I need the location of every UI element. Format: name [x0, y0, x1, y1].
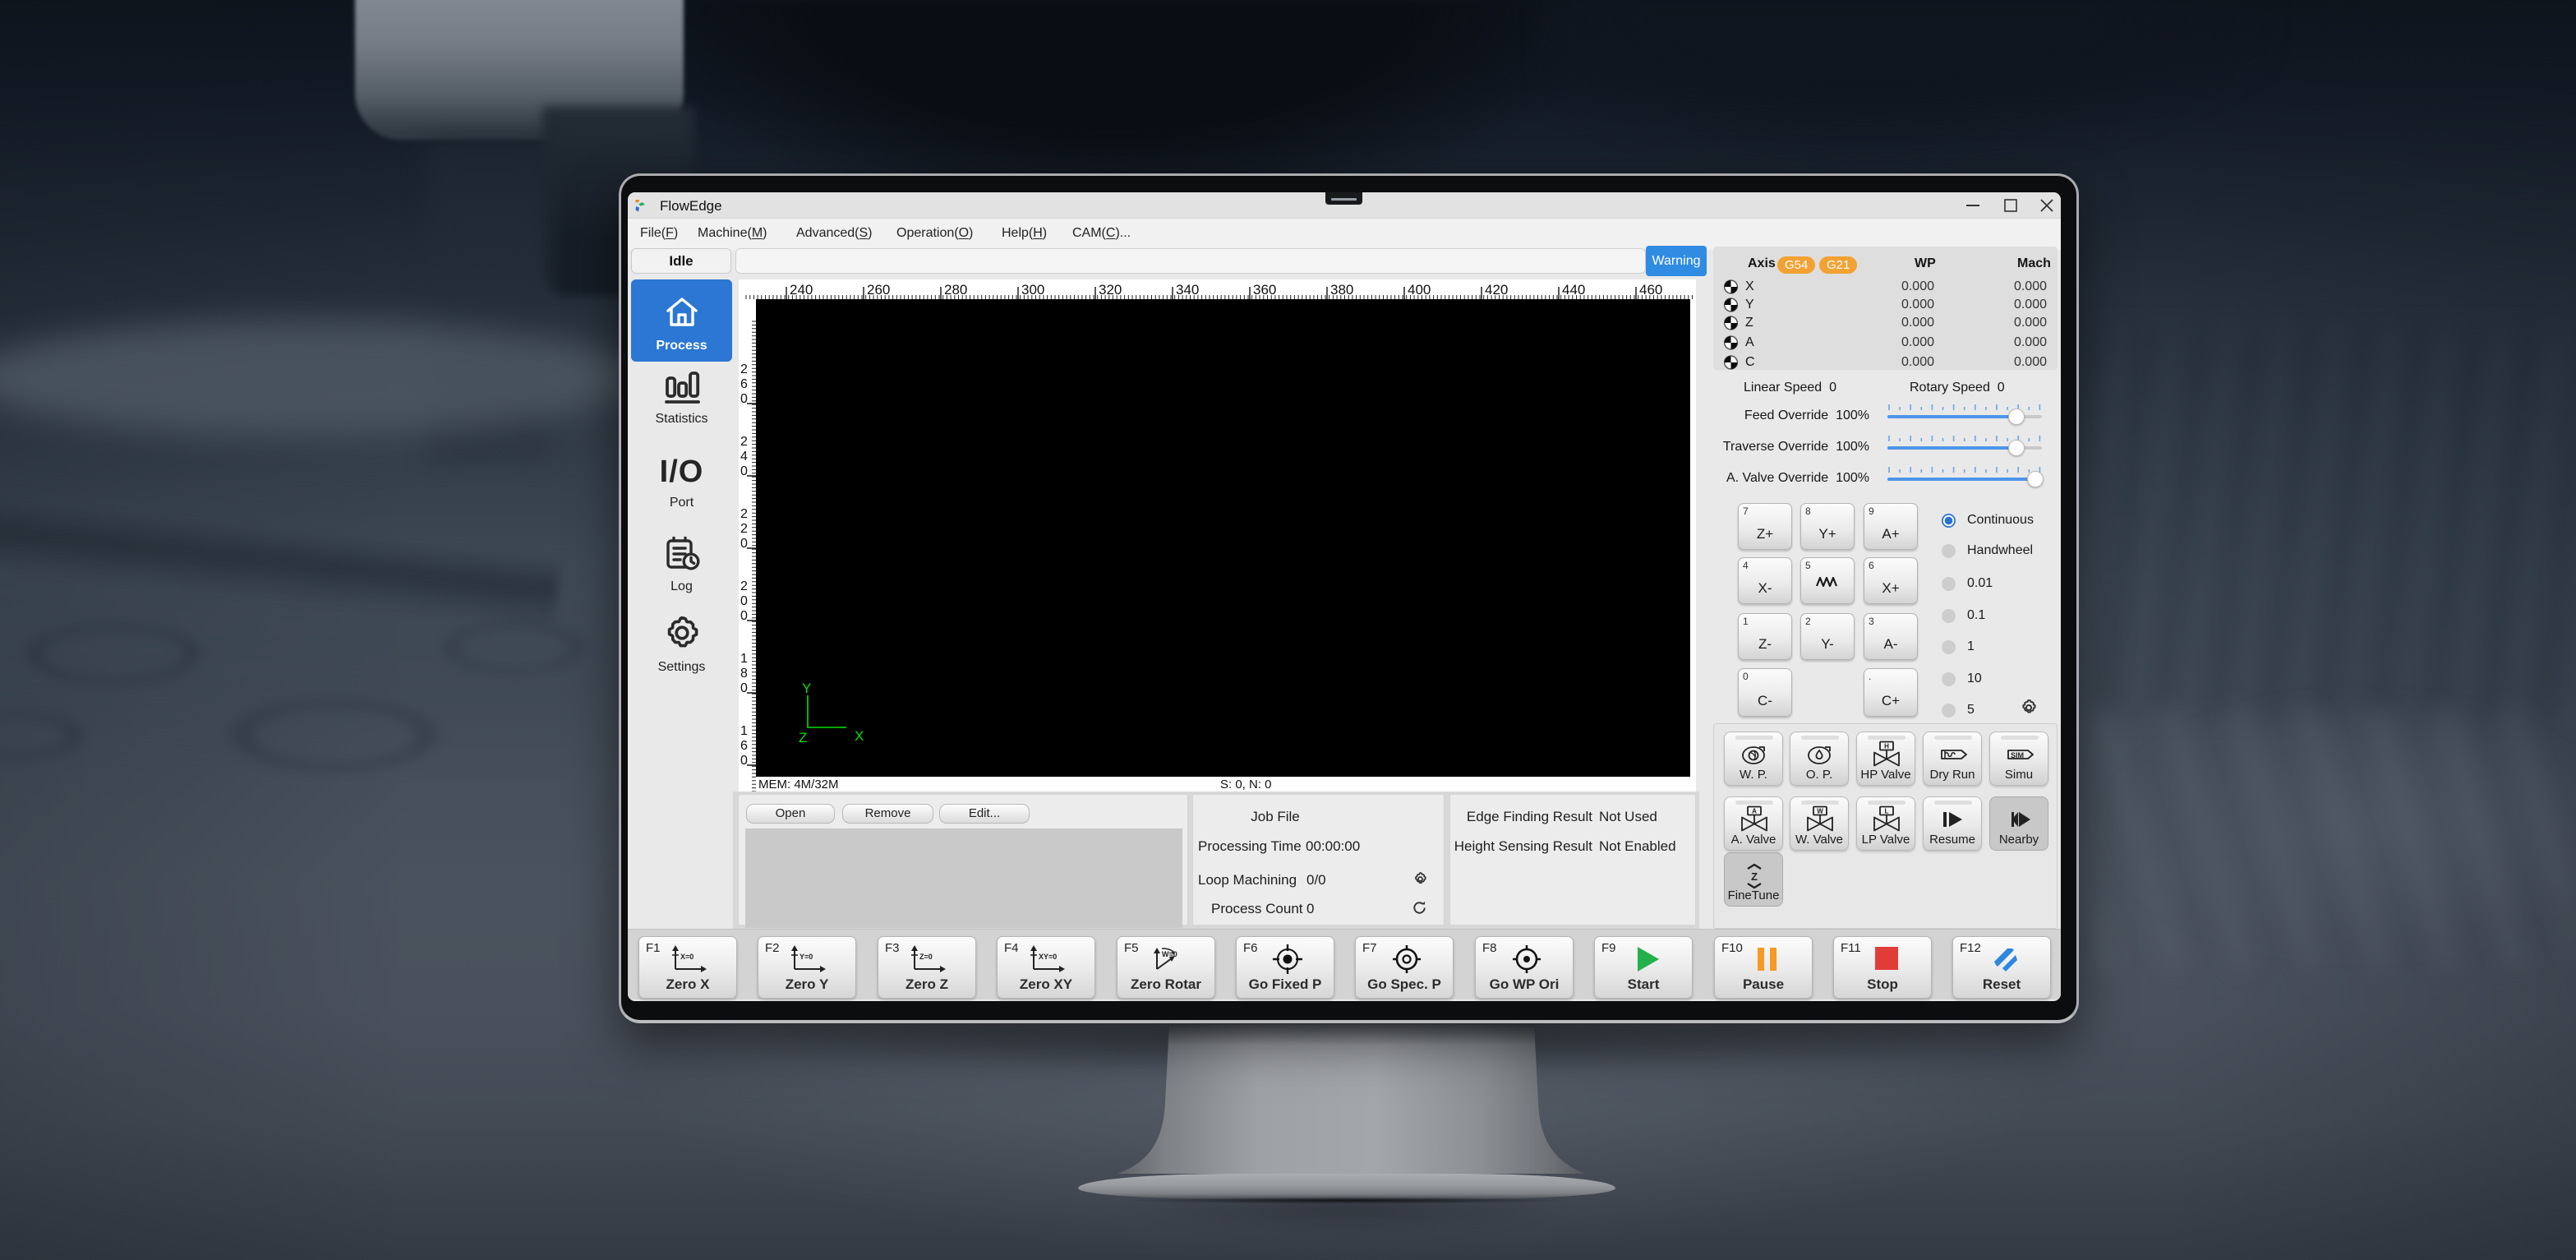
- svg-text:6: 6: [740, 377, 748, 391]
- svg-text:0: 0: [740, 537, 748, 551]
- svg-text:SIM: SIM: [2011, 751, 2024, 759]
- svg-text:420: 420: [1485, 282, 1508, 298]
- svg-text:A: A: [1752, 808, 1757, 815]
- svg-text:0: 0: [740, 594, 748, 608]
- svg-text:0: 0: [740, 754, 748, 768]
- svg-text:Y=0: Y=0: [800, 953, 813, 961]
- svg-text:440: 440: [1562, 282, 1585, 298]
- svg-text:0: 0: [740, 609, 748, 623]
- svg-text:2: 2: [740, 522, 748, 536]
- svg-text:2: 2: [740, 507, 748, 521]
- svg-text:0: 0: [740, 464, 748, 478]
- svg-text:L: L: [1885, 808, 1889, 815]
- svg-text:X: X: [855, 728, 864, 744]
- svg-text:0: 0: [740, 681, 748, 695]
- svg-text:2: 2: [740, 435, 748, 449]
- svg-text:1: 1: [740, 652, 748, 666]
- svg-text:240: 240: [790, 282, 813, 298]
- svg-text:2: 2: [740, 362, 748, 376]
- svg-text:380: 380: [1330, 282, 1353, 298]
- svg-text:400: 400: [1408, 282, 1431, 298]
- svg-text:6: 6: [740, 739, 748, 753]
- svg-text:260: 260: [867, 282, 890, 298]
- svg-text:Z: Z: [799, 730, 807, 745]
- svg-text:Z: Z: [1751, 870, 1758, 883]
- svg-text:XY=0: XY=0: [1039, 953, 1057, 961]
- svg-text:0: 0: [740, 392, 748, 406]
- svg-text:H: H: [1884, 743, 1889, 750]
- svg-text:8: 8: [740, 667, 748, 681]
- svg-text:280: 280: [944, 282, 967, 298]
- svg-text:1: 1: [740, 724, 748, 738]
- svg-text:W: W: [1817, 808, 1823, 815]
- svg-text:360: 360: [1253, 282, 1276, 298]
- svg-text:320: 320: [1099, 282, 1122, 298]
- svg-text:340: 340: [1176, 282, 1199, 298]
- svg-text:460: 460: [1639, 282, 1662, 298]
- svg-text:Y: Y: [802, 683, 811, 696]
- svg-text:2: 2: [740, 579, 748, 593]
- svg-text:4: 4: [740, 450, 748, 464]
- svg-text:X=0: X=0: [680, 953, 694, 961]
- svg-text:300: 300: [1021, 282, 1044, 298]
- svg-text:W=0: W=0: [1162, 950, 1177, 958]
- svg-text:Z=0: Z=0: [919, 953, 933, 961]
